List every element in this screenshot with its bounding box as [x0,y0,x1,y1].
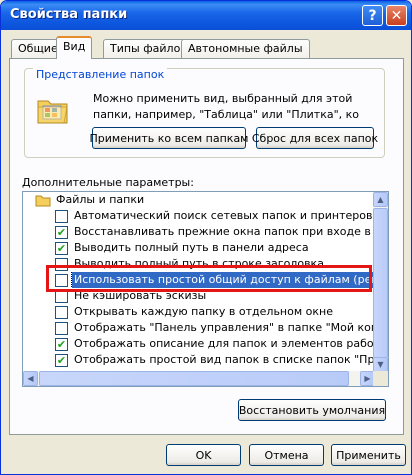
list-item-label: Файлы и папки [56,193,145,206]
folder-icon [35,194,51,208]
cancel-button[interactable]: Отмена [249,444,324,466]
apply-to-all-folders-label: Применить ко всем папкам [89,131,249,145]
list-item-label: Открывать каждую папку в отдельном окне [74,305,333,318]
tab-view[interactable]: Вид [56,36,93,59]
folder-view-icon [36,93,70,130]
list-item[interactable]: ✔ Отображать простой вид папок в списке … [23,352,375,368]
ok-button[interactable]: OK [166,444,241,466]
arrow-right-icon: ▶ [364,374,371,383]
checkmark-icon: ✔ [56,354,67,367]
checkbox[interactable] [55,210,68,223]
list-item-label: Отображать "Панель управления" в папке "… [74,321,375,334]
folder-views-legend: Представление папок [33,68,168,81]
window-title: Свойства папки [10,7,128,22]
reset-all-folders-label: Сброс для всех папок [251,131,379,145]
arrow-down-icon: ▼ [377,360,384,369]
folder-options-window: Свойства папки ? ✕ Общие Вид Типы файлов… [0,0,412,475]
checkmark-icon: ✔ [56,338,67,351]
list-item[interactable]: Открывать каждую папку в отдельном окне [23,304,375,320]
close-button[interactable]: ✕ [386,5,407,26]
horizontal-scroll-thumb[interactable] [39,371,349,386]
restore-defaults-label: Восстановить умолчания [238,403,386,417]
list-item[interactable]: Отображать "Панель управления" в папке "… [23,320,375,336]
restore-defaults-button[interactable]: Восстановить умолчания [238,399,386,421]
horizontal-scrollbar[interactable]: ◀ ▶ [23,371,375,386]
checkbox[interactable]: ✔ [55,338,68,351]
list-item-label: Отображать простой вид папок в списке па… [74,353,375,366]
list-item-label: Автоматический поиск сетевых папок и при… [74,209,373,222]
checkbox[interactable]: ✔ [55,354,68,367]
help-icon: ? [368,7,377,24]
apply-to-all-folders-button[interactable]: Применить ко всем папкам [89,127,249,149]
arrow-up-icon: ▲ [377,195,384,204]
cancel-label: Отмена [264,448,309,462]
tab-offline-files[interactable]: Автономные файлы [181,39,310,58]
checkbox[interactable] [55,306,68,319]
scroll-left-button[interactable]: ◀ [23,371,38,386]
reset-all-folders-button[interactable]: Сброс для всех папок [252,127,378,149]
list-item[interactable]: Автоматический поиск сетевых папок и при… [23,208,375,224]
scroll-up-button[interactable]: ▲ [373,192,388,207]
list-item[interactable]: ✔ Восстанавливать прежние окна папок при… [23,224,375,240]
close-icon: ✕ [390,7,403,24]
list-item[interactable]: ✔ Отображать описание для папок и элемен… [23,336,375,352]
list-item-label: Отображать описание для папок и элементо… [74,337,375,350]
checkbox[interactable]: ✔ [55,226,68,239]
scroll-down-button[interactable]: ▼ [373,357,388,372]
vertical-scrollbar[interactable]: ▲ ▼ [373,192,388,372]
list-item-label: Выводить полный путь в панели адреса [74,241,309,254]
arrow-left-icon: ◀ [27,374,34,383]
apply-button[interactable]: Применить [331,444,406,466]
ok-label: OK [195,448,212,462]
checkbox[interactable] [55,322,68,335]
list-item-files-and-folders[interactable]: Файлы и папки [23,192,375,208]
title-bar[interactable]: Свойства папки ? ✕ [1,1,411,30]
checkmark-icon: ✔ [56,226,67,239]
list-item[interactable]: ✔ Выводить полный путь в панели адреса [23,240,375,256]
list-item-label: Восстанавливать прежние окна папок при в… [74,225,375,238]
advanced-settings-label: Дополнительные параметры: [22,176,194,189]
help-button[interactable]: ? [362,5,383,26]
highlight-annotation [46,265,372,292]
checkmark-icon: ✔ [56,242,67,255]
vertical-scroll-thumb[interactable] [373,208,388,358]
apply-label: Применить [336,448,401,462]
scrollbar-corner [373,371,388,386]
checkbox[interactable]: ✔ [55,242,68,255]
